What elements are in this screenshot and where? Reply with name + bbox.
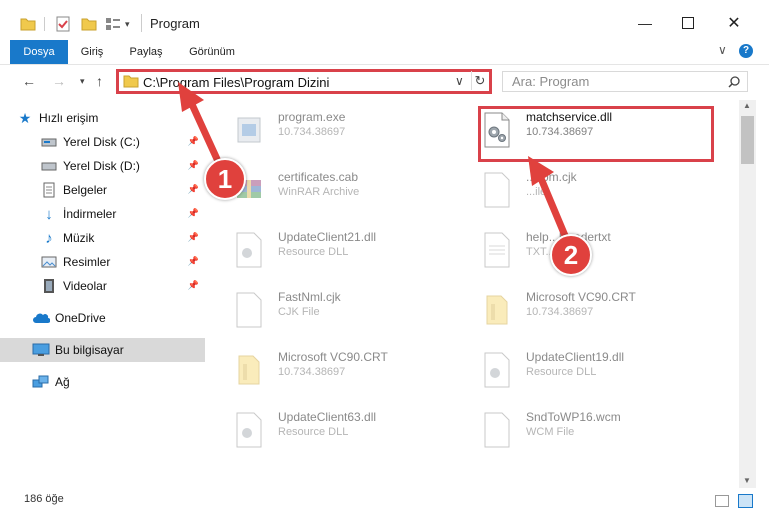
status-bar: 186 öğe [0,490,769,510]
annotation-badge-1: 1 [204,158,246,200]
details-view-icon[interactable] [715,495,729,507]
arrow-2-line [536,172,570,242]
item-count: 186 öğe [24,493,64,505]
annotation-arrows [178,82,570,242]
large-icons-view-icon[interactable] [738,494,753,508]
annotation-badge-2: 2 [550,234,592,276]
